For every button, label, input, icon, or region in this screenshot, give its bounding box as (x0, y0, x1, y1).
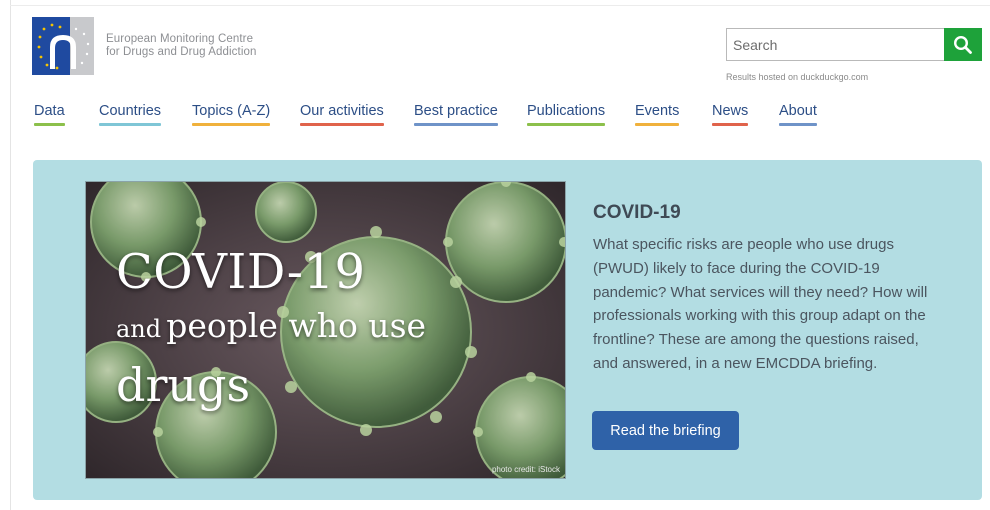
nav-item-underline (300, 123, 384, 126)
nav-item-label: Best practice (414, 103, 498, 119)
nav-item-topics[interactable]: Topics (A-Z) (192, 103, 271, 126)
hero-subtitle-last: drugs (116, 358, 251, 412)
read-briefing-button[interactable]: Read the briefing (592, 411, 739, 450)
nav-item-events[interactable]: Events (635, 103, 680, 126)
nav-item-underline (712, 123, 749, 126)
nav-item-label: Events (635, 103, 680, 119)
nav-item-countries[interactable]: Countries (99, 103, 162, 126)
nav-item-label: Publications (527, 103, 606, 119)
hero-subtitle-big: people who use (166, 306, 427, 345)
nav-item-underline (99, 123, 162, 126)
nav-item-our-activities[interactable]: Our activities (300, 103, 384, 126)
nav-item-about[interactable]: About (779, 103, 817, 126)
search-box (726, 28, 944, 61)
nav-item-underline (414, 123, 498, 126)
nav-item-label: Topics (A-Z) (192, 103, 271, 119)
feature-title: COVID-19 (593, 202, 681, 223)
emcdda-logo[interactable]: European Monitoring Centre for Drugs and… (32, 17, 256, 75)
nav-item-data[interactable]: Data (34, 103, 65, 126)
search-icon (953, 35, 972, 54)
nav-item-publications[interactable]: Publications (527, 103, 606, 126)
emcdda-logo-mark (32, 17, 94, 75)
nav-item-label: Countries (99, 103, 162, 119)
nav-item-label: About (779, 103, 817, 119)
nav-item-label: News (712, 103, 749, 119)
org-name: European Monitoring Centre for Drugs and… (106, 33, 256, 59)
feature-image[interactable]: COVID-19 and people who use drugs photo … (85, 181, 566, 479)
search-input[interactable] (727, 29, 944, 60)
nav-item-underline (34, 123, 65, 126)
nav-item-underline (192, 123, 271, 126)
org-name-line1: European Monitoring Centre (106, 33, 254, 45)
logo-stars-arch-icon (37, 23, 90, 70)
hero-subtitle-small: and (116, 315, 162, 343)
nav-item-news[interactable]: News (712, 103, 749, 126)
org-name-line2: for Drugs and Drug Addiction (106, 46, 257, 58)
photo-credit: photo credit: iStock (491, 465, 560, 474)
top-divider (10, 5, 990, 6)
nav-item-best-practice[interactable]: Best practice (414, 103, 498, 126)
search-results-note: Results hosted on duckduckgo.com (726, 72, 869, 82)
nav-item-underline (635, 123, 680, 126)
nav-item-underline (779, 123, 817, 126)
hero-title: COVID-19 (116, 244, 366, 300)
feature-banner: COVID-19 and people who use drugs photo … (33, 160, 982, 500)
hero-subtitle: and people who use (116, 306, 426, 345)
nav-item-underline (527, 123, 606, 126)
feature-description: What specific risks are people who use d… (593, 236, 928, 372)
nav-item-label: Our activities (300, 103, 384, 119)
nav-item-label: Data (34, 103, 65, 119)
search-button[interactable] (944, 28, 982, 61)
